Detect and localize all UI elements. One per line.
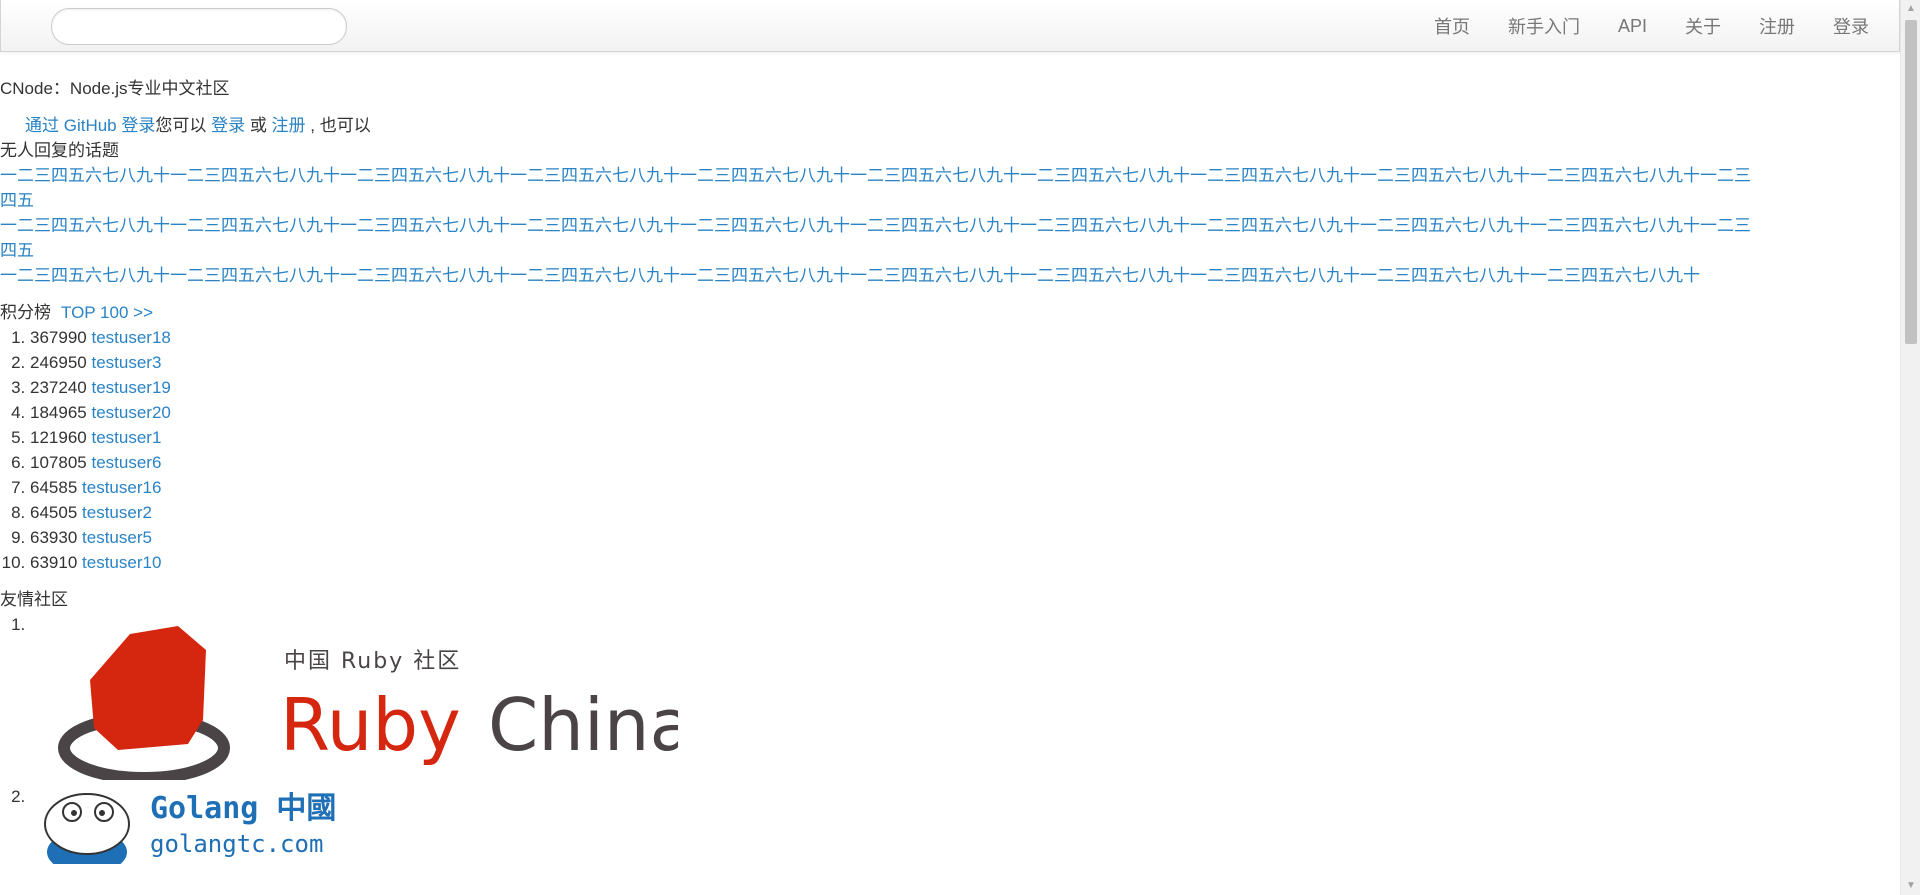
rank-user-link[interactable]: testuser18 (91, 328, 170, 347)
scroll-down-arrow-icon[interactable]: ▼ (1901, 877, 1920, 895)
rank-score: 64585 (30, 478, 78, 497)
rank-item: 64585 testuser16 (30, 475, 1900, 500)
nav-getting-started-link[interactable]: 新手入门 (1508, 13, 1580, 39)
topic-link[interactable]: 一二三四五六七八九十一二三四五六七八九十一二三四五六七八九十一二三四五六七八九十… (0, 263, 1760, 288)
score-board-title: 积分榜 (0, 303, 51, 322)
top100-link[interactable]: TOP 100 >> (61, 303, 153, 322)
friends-title: 友情社区 (0, 590, 68, 609)
nav-login-link[interactable]: 登录 (1833, 13, 1869, 39)
ruby-china-subtitle: 中国 Ruby 社区 (284, 649, 461, 674)
page-scrollbar[interactable]: ▲ ▼ (1900, 0, 1920, 895)
topic-link[interactable]: 一二三四五六七八九十一二三四五六七八九十一二三四五六七八九十一二三四五六七八九十… (0, 213, 1760, 263)
rank-user-link[interactable]: testuser10 (82, 553, 161, 572)
rank-user-link[interactable]: testuser16 (82, 478, 161, 497)
rank-item: 107805 testuser6 (30, 450, 1900, 475)
rank-item: 367990 testuser18 (30, 325, 1900, 350)
rank-score: 107805 (30, 453, 87, 472)
rank-user-link[interactable]: testuser5 (82, 528, 152, 547)
rank-item: 63930 testuser5 (30, 525, 1900, 550)
rank-score: 64505 (30, 503, 78, 522)
register-link[interactable]: 注册 (272, 116, 306, 135)
rank-score: 63930 (30, 528, 78, 547)
golang-title: Golang 中國 (150, 791, 336, 826)
rank-item: 184965 testuser20 (30, 400, 1900, 425)
ruby-word: Ruby (280, 683, 461, 767)
rank-score: 237240 (30, 378, 87, 397)
china-word: China (488, 683, 678, 767)
scroll-up-arrow-icon[interactable]: ▲ (1901, 0, 1920, 18)
rank-user-link[interactable]: testuser19 (91, 378, 170, 397)
ruby-china-logo-link[interactable]: 中国 Ruby 社区 Ruby China (58, 620, 694, 784)
nav-about-link[interactable]: 关于 (1685, 13, 1721, 39)
nav-home-link[interactable]: 首页 (1434, 13, 1470, 39)
no-reply-topic-list: 一二三四五六七八九十一二三四五六七八九十一二三四五六七八九十一二三四五六七八九十… (0, 163, 1760, 288)
rank-user-link[interactable]: testuser1 (91, 428, 161, 447)
score-board-list: 367990 testuser18 246950 testuser3 23724… (0, 325, 1900, 575)
search-input[interactable] (51, 8, 347, 45)
auth-text-3: , 也可以 (305, 116, 371, 135)
main-content: CNode：Node.js专业中文社区 通过 GitHub 登录您可以 登录 或… (0, 76, 1900, 874)
rank-score: 246950 (30, 353, 87, 372)
rank-user-link[interactable]: testuser6 (91, 453, 161, 472)
login-link[interactable]: 登录 (211, 116, 245, 135)
rank-user-link[interactable]: testuser20 (91, 403, 170, 422)
friend-sites-list: 中国 Ruby 社区 Ruby China Golang 中國 golangtc… (0, 612, 1900, 874)
rank-user-link[interactable]: testuser2 (82, 503, 152, 522)
rank-item: 246950 testuser3 (30, 350, 1900, 375)
topic-link[interactable]: 一二三四五六七八九十一二三四五六七八九十一二三四五六七八九十一二三四五六七八九十… (0, 163, 1760, 213)
ruby-china-logo: 中国 Ruby 社区 Ruby China (58, 626, 694, 784)
rank-item: 64505 testuser2 (30, 500, 1900, 525)
auth-text-1: 您可以 (155, 116, 212, 135)
golang-logo: Golang 中國 golangtc.com (44, 791, 336, 874)
auth-prompt: 通过 GitHub 登录您可以 登录 或 注册 , 也可以 (25, 113, 1900, 138)
gopher-head-shape (44, 793, 130, 855)
rank-user-link[interactable]: testuser3 (91, 353, 161, 372)
rank-item: 237240 testuser19 (30, 375, 1900, 400)
nav-register-link[interactable]: 注册 (1759, 13, 1795, 39)
rank-score: 121960 (30, 428, 87, 447)
rank-score: 184965 (30, 403, 87, 422)
nav-api-link[interactable]: API (1618, 16, 1647, 37)
golang-domain: golangtc.com (150, 830, 323, 858)
scroll-thumb[interactable] (1905, 20, 1917, 344)
rank-item: 121960 testuser1 (30, 425, 1900, 450)
nav-links: 首页 新手入门 API 关于 注册 登录 (1396, 0, 1869, 52)
ruby-gem-shape (90, 626, 206, 750)
golang-logo-link[interactable]: Golang 中國 golangtc.com (42, 784, 372, 874)
top-navbar: 首页 新手入门 API 关于 注册 登录 (0, 0, 1900, 52)
no-reply-title: 无人回复的话题 (0, 141, 119, 160)
rank-score: 367990 (30, 328, 87, 347)
github-login-link[interactable]: 通过 GitHub 登录 (25, 116, 155, 135)
friend-item-ruby-china: 中国 Ruby 社区 Ruby China (30, 612, 1900, 784)
site-brand: CNode：Node.js专业中文社区 (0, 79, 230, 98)
friend-item-golang: Golang 中國 golangtc.com (30, 784, 1900, 874)
score-board-header: 积分榜 TOP 100 >> (0, 300, 1900, 325)
rank-item: 63910 testuser10 (30, 550, 1900, 575)
rank-score: 63910 (30, 553, 78, 572)
auth-text-2: 或 (245, 116, 272, 135)
